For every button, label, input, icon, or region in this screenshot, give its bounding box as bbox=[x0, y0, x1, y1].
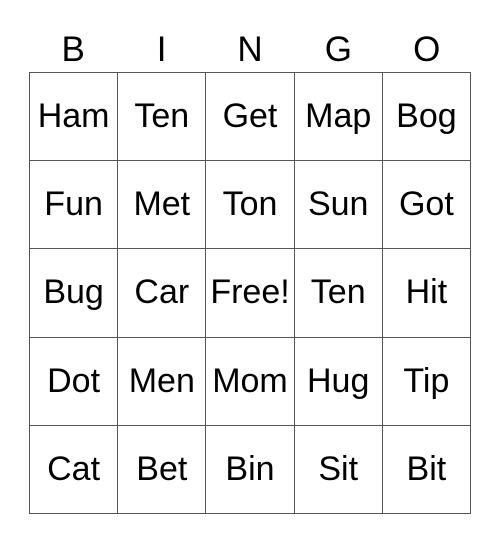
bingo-cell: Ton bbox=[206, 161, 295, 250]
bingo-cell: Sun bbox=[294, 161, 383, 250]
bingo-cell: Get bbox=[206, 73, 295, 162]
bingo-cell: Bet bbox=[118, 425, 207, 514]
bingo-cell: Ham bbox=[30, 73, 119, 162]
bingo-cell: Ten bbox=[294, 249, 383, 338]
header-letter-o: O bbox=[413, 30, 441, 69]
bingo-cell: Bog bbox=[382, 73, 471, 162]
header-letter-g: G bbox=[324, 30, 352, 69]
bingo-cell: Hit bbox=[382, 249, 471, 338]
bingo-cell: Fun bbox=[30, 161, 119, 250]
bingo-cell: Men bbox=[118, 337, 207, 426]
bingo-cell: Tip bbox=[382, 337, 471, 426]
bingo-cell: Sit bbox=[294, 425, 383, 514]
bingo-cell: Met bbox=[118, 161, 207, 250]
bingo-grid: Ham Ten Get Map Bog Fun Met Ton Sun Got Bug Car Free… bbox=[29, 72, 471, 514]
header-letter-i: I bbox=[156, 30, 167, 69]
bingo-cell: Car bbox=[118, 249, 207, 338]
bingo-cell: Bin bbox=[206, 425, 295, 514]
bingo-cell: Bug bbox=[30, 249, 119, 338]
bingo-cell: Dot bbox=[30, 337, 119, 426]
bingo-cell: Cat bbox=[30, 425, 119, 514]
bingo-cell: Hug bbox=[294, 337, 383, 426]
bingo-cell: Mom bbox=[206, 337, 295, 426]
bingo-cell: Map bbox=[294, 73, 383, 162]
bingo-cell: Got bbox=[382, 161, 471, 250]
bingo-cell: Ten bbox=[118, 73, 207, 162]
header-letter-n: N bbox=[237, 30, 263, 69]
bingo-cell: Bit bbox=[382, 425, 471, 514]
bingo-header: B I N G O bbox=[29, 28, 471, 72]
header-letter-b: B bbox=[61, 30, 85, 69]
free-space-cell: Free! bbox=[206, 249, 295, 338]
